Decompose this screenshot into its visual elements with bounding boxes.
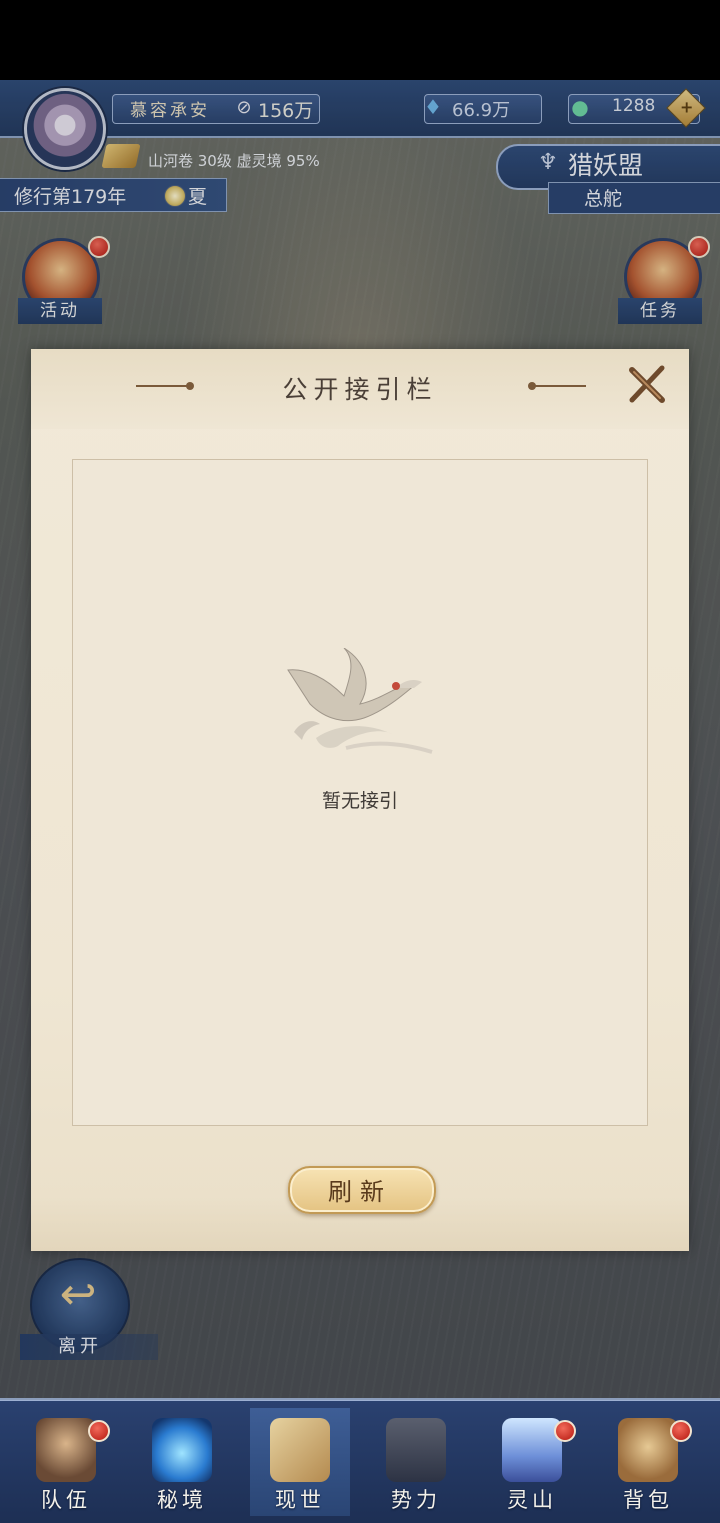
nav-label: 队伍 bbox=[41, 1488, 91, 1512]
refresh-label: 刷新 bbox=[328, 1178, 392, 1206]
team-icon bbox=[36, 1418, 96, 1482]
bag-badge bbox=[670, 1420, 692, 1442]
bag-icon bbox=[618, 1418, 678, 1482]
pavilion-icon bbox=[386, 1418, 446, 1482]
title-ornament-left bbox=[136, 382, 194, 390]
nav-label: 秘境 bbox=[157, 1488, 207, 1512]
team-badge bbox=[88, 1420, 110, 1442]
nav-secret-realm[interactable]: 秘境 bbox=[132, 1408, 232, 1516]
nav-label: 势力 bbox=[391, 1488, 441, 1512]
close-icon bbox=[629, 365, 665, 403]
dialog-title: 公开接引栏 bbox=[282, 375, 438, 404]
empty-state-text: 暂无接引 bbox=[321, 790, 398, 812]
crane-icon bbox=[286, 647, 436, 758]
title-ornament-right bbox=[528, 382, 586, 390]
nav-label: 灵山 bbox=[507, 1488, 557, 1512]
close-button[interactable] bbox=[624, 362, 670, 408]
vortex-icon bbox=[152, 1418, 212, 1482]
nav-label: 背包 bbox=[623, 1488, 673, 1512]
mountain-icon bbox=[502, 1418, 562, 1482]
nav-present-world[interactable]: 现世 bbox=[250, 1408, 350, 1516]
nav-faction[interactable]: 势力 bbox=[366, 1408, 466, 1516]
mountain-badge bbox=[554, 1420, 576, 1442]
world-scroll-icon bbox=[270, 1418, 330, 1482]
nav-label: 现世 bbox=[275, 1488, 325, 1512]
